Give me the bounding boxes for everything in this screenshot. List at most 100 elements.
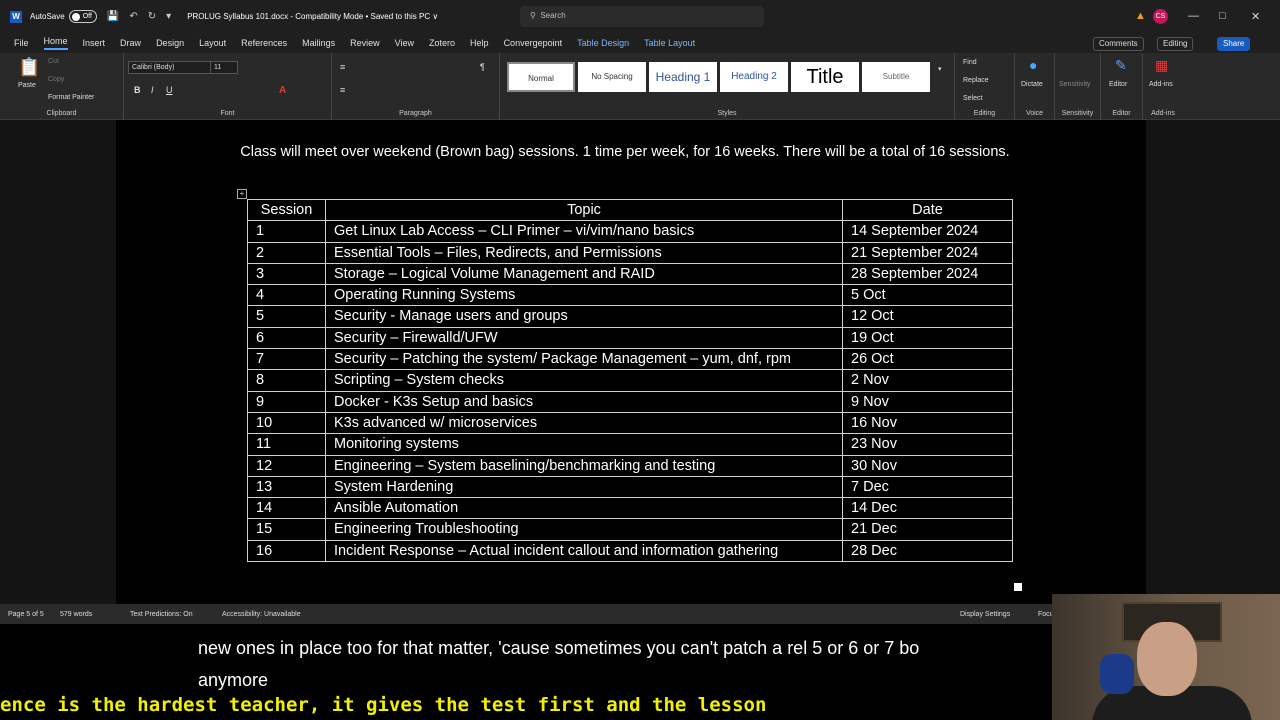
date-cell[interactable]: 30 Nov	[842, 454, 1013, 477]
topic-cell[interactable]: Get Linux Lab Access – CLI Primer – vi/v…	[325, 220, 843, 243]
topic-cell[interactable]: K3s advanced w/ microservices	[325, 411, 843, 435]
topic-cell[interactable]: Scripting – System checks	[325, 369, 843, 392]
tab-table-design[interactable]: Table Design	[577, 38, 629, 48]
session-cell[interactable]: 6	[247, 326, 326, 350]
session-cell[interactable]: 15	[247, 518, 326, 541]
session-cell[interactable]: 13	[247, 475, 326, 499]
style-subtitle[interactable]: Subtitle	[862, 62, 930, 92]
search-box[interactable]: ⚲ Search	[520, 6, 764, 27]
find-button[interactable]: Find	[963, 59, 977, 66]
date-cell[interactable]: 7 Dec	[842, 475, 1013, 499]
word-count[interactable]: 579 words	[60, 611, 92, 618]
style-normal[interactable]: Normal	[507, 62, 575, 92]
date-cell[interactable]: 23 Nov	[842, 433, 1013, 456]
session-cell[interactable]: 4	[247, 284, 326, 307]
topic-cell[interactable]: Ansible Automation	[325, 497, 843, 520]
date-cell[interactable]: 12 Oct	[842, 305, 1013, 328]
style-title[interactable]: Title	[791, 62, 859, 92]
close-icon[interactable]: ✕	[1251, 10, 1260, 23]
editor-pen-icon[interactable]: ✎	[1115, 57, 1127, 74]
table-resize-handle[interactable]	[1014, 583, 1022, 591]
cut-button[interactable]: Cut	[48, 58, 59, 65]
document-title[interactable]: PROLUG Syllabus 101.docx - Compatibility…	[187, 12, 438, 21]
select-button[interactable]: Select	[963, 95, 982, 102]
share-button[interactable]: Share	[1217, 37, 1251, 51]
header-topic[interactable]: Topic	[325, 198, 843, 222]
topic-cell[interactable]: Incident Response – Actual incident call…	[325, 539, 843, 563]
accessibility-status[interactable]: Accessibility: Unavailable	[222, 611, 301, 618]
undo-icon[interactable]: ↶	[129, 11, 137, 22]
topic-cell[interactable]: Essential Tools – Files, Redirects, and …	[325, 241, 843, 264]
date-cell[interactable]: 26 Oct	[842, 348, 1013, 371]
addins-button[interactable]: Add-ins	[1149, 81, 1173, 88]
save-icon[interactable]: 💾	[107, 11, 119, 22]
date-cell[interactable]: 14 Dec	[842, 497, 1013, 520]
tab-review[interactable]: Review	[350, 38, 380, 48]
date-cell[interactable]: 28 September 2024	[842, 262, 1013, 286]
session-cell[interactable]: 3	[247, 262, 326, 286]
editing-mode-button[interactable]: Editing	[1157, 37, 1194, 51]
topic-cell[interactable]: Engineering – System baselining/benchmar…	[325, 454, 843, 477]
tab-convergepoint[interactable]: Convergepoint	[504, 38, 563, 48]
syllabus-table[interactable]: Session Topic Date 1 Get Linux Lab Access…	[247, 198, 1013, 563]
date-cell[interactable]: 28 Dec	[842, 539, 1013, 563]
maximize-icon[interactable]: □	[1219, 10, 1226, 22]
topic-cell[interactable]: Storage – Logical Volume Management and …	[325, 262, 843, 286]
bold-icon[interactable]: B	[134, 85, 141, 95]
microphone-icon[interactable]: ●	[1029, 57, 1037, 73]
session-cell[interactable]: 2	[247, 241, 326, 264]
styles-more-icon[interactable]: ▾	[938, 65, 942, 73]
text-predictions[interactable]: Text Predictions: On	[130, 611, 193, 618]
table-move-handle-icon[interactable]: +	[237, 189, 247, 199]
paste-button[interactable]: Paste	[18, 82, 36, 89]
editor-button[interactable]: Editor	[1109, 81, 1127, 88]
session-cell[interactable]: 8	[247, 369, 326, 392]
italic-icon[interactable]: I	[151, 85, 154, 95]
tab-zotero[interactable]: Zotero	[429, 38, 455, 48]
tab-references[interactable]: References	[241, 38, 287, 48]
date-cell[interactable]: 16 Nov	[842, 411, 1013, 435]
session-cell[interactable]: 14	[247, 497, 326, 520]
tab-view[interactable]: View	[395, 38, 414, 48]
display-settings[interactable]: Display Settings	[960, 611, 1010, 618]
tab-draw[interactable]: Draw	[120, 38, 141, 48]
header-date[interactable]: Date	[842, 198, 1013, 222]
minimize-icon[interactable]: —	[1188, 10, 1199, 22]
page-count[interactable]: Page 5 of 5	[8, 611, 44, 618]
redo-icon[interactable]: ↻	[148, 11, 156, 22]
session-cell[interactable]: 10	[247, 411, 326, 435]
paste-icon[interactable]: 📋	[18, 57, 40, 78]
date-cell[interactable]: 14 September 2024	[842, 220, 1013, 243]
date-cell[interactable]: 9 Nov	[842, 390, 1013, 413]
tab-help[interactable]: Help	[470, 38, 489, 48]
session-cell[interactable]: 9	[247, 390, 326, 413]
session-cell[interactable]: 16	[247, 539, 326, 563]
sensitivity-button[interactable]: Sensitivity	[1059, 81, 1091, 88]
copy-button[interactable]: Copy	[48, 76, 64, 83]
intro-paragraph[interactable]: Class will meet over weekend (Brown bag)…	[232, 143, 1018, 162]
avatar[interactable]: CS	[1153, 9, 1168, 24]
align-left-icon[interactable]: ≡	[340, 85, 345, 95]
font-name-dropdown[interactable]: Calibri (Body)	[128, 61, 214, 74]
underline-icon[interactable]: U	[166, 85, 173, 95]
font-size-dropdown[interactable]: 11	[210, 61, 238, 74]
topic-cell[interactable]: Monitoring systems	[325, 433, 843, 456]
session-cell[interactable]: 11	[247, 433, 326, 456]
comments-button[interactable]: Comments	[1093, 37, 1144, 51]
dictate-button[interactable]: Dictate	[1021, 81, 1043, 88]
topic-cell[interactable]: Security - Manage users and groups	[325, 305, 843, 328]
date-cell[interactable]: 21 September 2024	[842, 241, 1013, 264]
topic-cell[interactable]: System Hardening	[325, 475, 843, 499]
tab-layout[interactable]: Layout	[199, 38, 226, 48]
style-heading-2[interactable]: Heading 2	[720, 62, 788, 92]
topic-cell[interactable]: Security – Firewalld/UFW	[325, 326, 843, 350]
autosave-toggle[interactable]: Off	[68, 10, 97, 23]
topic-cell[interactable]: Docker - K3s Setup and basics	[325, 390, 843, 413]
session-cell[interactable]: 12	[247, 454, 326, 477]
tab-file[interactable]: File	[14, 38, 29, 48]
format-painter-button[interactable]: Format Painter	[48, 94, 94, 101]
tab-home[interactable]: Home	[43, 36, 68, 50]
session-cell[interactable]: 5	[247, 305, 326, 328]
font-color-icon[interactable]: A	[279, 85, 286, 96]
date-cell[interactable]: 21 Dec	[842, 518, 1013, 541]
